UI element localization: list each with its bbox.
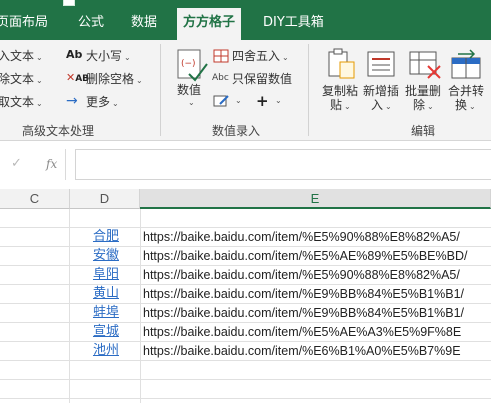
url-cell[interactable]: https://baike.baidu.com/item/%E9%BB%84%E…: [143, 304, 464, 322]
merge-convert-icon: [451, 49, 481, 79]
numeric-dropdown-icon[interactable]: ⌄: [188, 98, 195, 107]
keep-numbers-button[interactable]: 只保留数值: [232, 71, 292, 87]
column-header-e[interactable]: E: [140, 189, 491, 209]
ribbon-separator: [160, 44, 161, 136]
case-icon: Ab: [66, 48, 83, 61]
merge-convert-button-line2[interactable]: 换 ⌄: [455, 97, 476, 115]
url-cell[interactable]: https://baike.baidu.com/item/%E9%BB%84%E…: [143, 285, 464, 303]
table-row[interactable]: [0, 361, 491, 380]
tab-fangfang-gezi[interactable]: 方方格子: [177, 8, 242, 40]
number-group-label: 数值录入: [212, 124, 261, 138]
sheet-grid[interactable]: 合肥 https://baike.baidu.com/item/%E5%90%8…: [0, 209, 491, 403]
city-link-cell[interactable]: 安徽: [70, 247, 140, 265]
table-row[interactable]: [0, 209, 491, 228]
numeric-icon: (−): [177, 49, 208, 82]
formula-input[interactable]: [75, 149, 491, 180]
text-group-label: 高级文本处理: [22, 124, 95, 138]
ribbon-separator: [308, 44, 309, 136]
plus-dropdown-icon[interactable]: ⌄: [275, 96, 282, 105]
edit-group-label: 编辑: [411, 124, 436, 138]
round-button[interactable]: 四舍五入 ⌄: [232, 48, 289, 66]
remove-text-button[interactable]: 除文本 ⌄: [0, 71, 43, 89]
table-row[interactable]: 阜阳 https://baike.baidu.com/item/%E5%90%8…: [0, 266, 491, 285]
more-button[interactable]: 更多 ⌄: [86, 94, 119, 112]
table-row[interactable]: 合肥 https://baike.baidu.com/item/%E5%90%8…: [0, 228, 491, 247]
table-row[interactable]: 蚌埠 https://baike.baidu.com/item/%E9%BB%8…: [0, 304, 491, 323]
batch-delete-button-line2[interactable]: 除 ⌄: [413, 97, 434, 115]
url-cell[interactable]: https://baike.baidu.com/item/%E5%AE%A3%E…: [143, 323, 461, 341]
tab-diy-toolbox[interactable]: DIY工具箱: [263, 14, 324, 32]
insert-icon: [367, 51, 395, 77]
ribbon-tab-bar: 页面布局 公式 数据 方方格子 DIY工具箱: [0, 0, 491, 40]
extract-text-button[interactable]: 取文本 ⌄: [0, 94, 43, 112]
insert-button-line2[interactable]: 入 ⌄: [371, 97, 392, 115]
url-cell[interactable]: https://baike.baidu.com/item/%E6%B1%A0%E…: [143, 342, 461, 360]
city-link-cell[interactable]: 黄山: [70, 285, 140, 303]
numeric-button[interactable]: 数值: [177, 82, 201, 98]
city-link-cell[interactable]: 池州: [70, 342, 140, 360]
table-row[interactable]: 池州 https://baike.baidu.com/item/%E6%B1%A…: [0, 342, 491, 361]
url-cell[interactable]: https://baike.baidu.com/item/%E5%90%88%E…: [143, 266, 460, 284]
url-cell[interactable]: https://baike.baidu.com/item/%E5%90%88%E…: [143, 228, 460, 246]
plus-icon[interactable]: +: [256, 92, 269, 110]
city-link-cell[interactable]: 宣城: [70, 323, 140, 341]
edit-dropdown-icon[interactable]: ⌄: [235, 96, 242, 105]
insert-function-icon[interactable]: fx: [46, 157, 57, 171]
city-link-cell[interactable]: 蚌埠: [70, 304, 140, 322]
url-cell[interactable]: https://baike.baidu.com/item/%E5%AE%89%E…: [143, 247, 467, 265]
batch-delete-icon: [409, 51, 441, 79]
column-header-c[interactable]: C: [0, 189, 70, 209]
case-button[interactable]: 大小写 ⌄: [86, 48, 131, 66]
city-link-cell[interactable]: 阜阳: [70, 266, 140, 284]
ribbon: 入文本 ⌄ 除文本 ⌄ 取文本 ⌄ Ab 大小写 ⌄ ✕AB 删除空格 ⌄ → 更多 ⌄ 高…: [0, 40, 491, 141]
table-row[interactable]: 宣城 https://baike.baidu.com/item/%E5%AE%A…: [0, 323, 491, 342]
edit-icon[interactable]: [213, 94, 231, 108]
tab-data[interactable]: 数据: [131, 14, 157, 32]
copy-paste-icon: [328, 48, 355, 79]
enter-check-icon[interactable]: ✓: [11, 156, 22, 171]
delete-spaces-button[interactable]: 删除空格 ⌄: [86, 71, 143, 89]
table-row[interactable]: 安徽 https://baike.baidu.com/item/%E5%AE%8…: [0, 247, 491, 266]
table-row[interactable]: 黄山 https://baike.baidu.com/item/%E9%BB%8…: [0, 285, 491, 304]
column-header-d[interactable]: D: [70, 189, 140, 209]
svg-text:(−): (−): [181, 59, 196, 69]
abc-icon: Abc: [212, 73, 229, 83]
tab-page-layout[interactable]: 页面布局: [0, 14, 48, 32]
table-row[interactable]: [0, 380, 491, 399]
quick-access-icon[interactable]: [63, 0, 75, 6]
copy-paste-button-line2[interactable]: 贴 ⌄: [330, 97, 351, 115]
tab-formulas[interactable]: 公式: [78, 14, 104, 32]
formula-bar: ✓ fx: [0, 141, 491, 189]
city-link-cell[interactable]: 合肥: [70, 228, 140, 246]
arrow-right-icon: →: [66, 93, 78, 109]
insert-text-button[interactable]: 入文本 ⌄: [0, 48, 43, 66]
round-icon: [213, 49, 229, 63]
